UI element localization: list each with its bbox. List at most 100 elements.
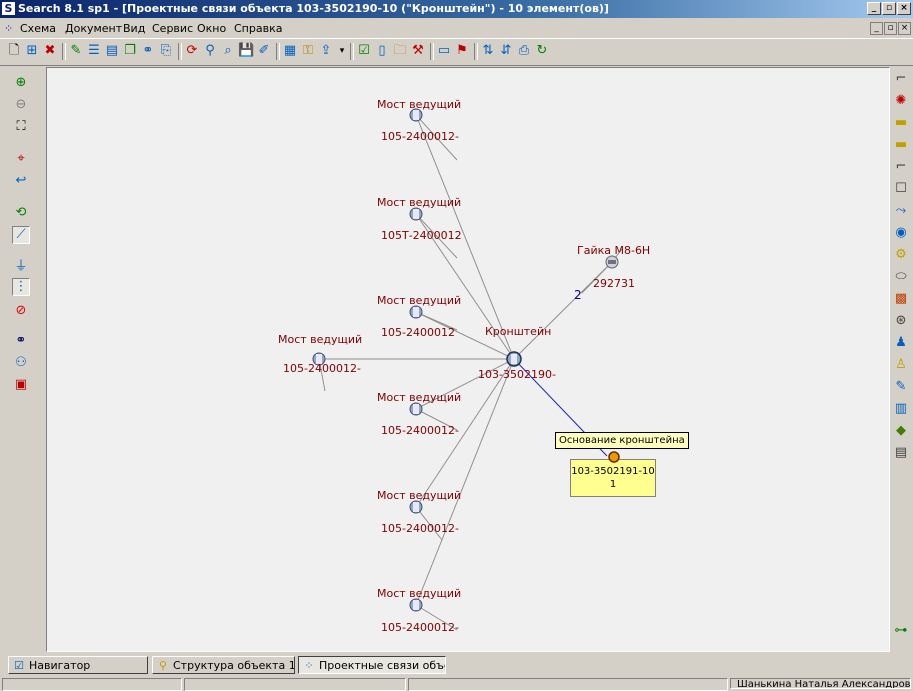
fit-icon[interactable]: ⛶ bbox=[12, 118, 30, 136]
status-pane-3 bbox=[408, 678, 728, 691]
refresh-icon[interactable]: ⟳ bbox=[184, 43, 200, 59]
tab-project-links[interactable]: ⁘ Проектные связи объек... bbox=[298, 656, 446, 674]
mdi-restore-button[interactable]: ▫ bbox=[884, 22, 897, 35]
back-icon[interactable]: ↩ bbox=[12, 172, 30, 190]
brush-icon[interactable]: ✎ bbox=[892, 378, 910, 396]
status-pane-1 bbox=[2, 678, 182, 691]
edit-icon[interactable]: ✎ bbox=[68, 43, 84, 59]
tab-navigator[interactable]: ☑ Навигатор bbox=[8, 656, 148, 674]
stop-icon[interactable]: ⊘ bbox=[12, 302, 30, 320]
selected-node-card[interactable]: 103-3502191-10 1 bbox=[570, 451, 656, 497]
copy-icon[interactable]: ❐ bbox=[122, 43, 138, 59]
new-icon[interactable]: 🗋 bbox=[6, 43, 22, 59]
check-icon[interactable]: ☑ bbox=[356, 43, 372, 59]
delete-icon[interactable]: ✖ bbox=[42, 43, 58, 59]
sort-desc-icon[interactable]: ⇵ bbox=[498, 43, 514, 59]
layout-icon[interactable]: ⋮ bbox=[12, 278, 30, 296]
binoculars-icon[interactable]: ⚭ bbox=[12, 332, 30, 350]
zoom-out-icon[interactable]: ⊖ bbox=[12, 96, 30, 114]
node-code: 292731 bbox=[593, 277, 635, 290]
tab-label: Навигатор bbox=[29, 659, 91, 672]
folder-closed-icon[interactable]: ▬ bbox=[892, 136, 910, 154]
tree-icon[interactable]: ⊞ bbox=[24, 43, 40, 59]
node-name: Мост ведущий bbox=[278, 333, 363, 346]
nut-icon[interactable]: ⬭ bbox=[892, 268, 910, 286]
note-icon[interactable]: ☐ bbox=[892, 180, 910, 198]
network-icon[interactable]: ✺ bbox=[892, 92, 910, 110]
gear-icon[interactable]: ⚙ bbox=[892, 246, 910, 264]
share-icon[interactable]: ⤳ bbox=[892, 202, 910, 220]
save-icon[interactable]: 💾 bbox=[238, 43, 254, 59]
connect-icon[interactable]: ⊶ bbox=[892, 622, 910, 640]
zoom-in-icon[interactable]: ⊕ bbox=[12, 74, 30, 92]
diagram-canvas[interactable]: Мост ведущий 105-2400012- Мост ведущий 1… bbox=[46, 67, 890, 652]
maximize-button[interactable]: ▫ bbox=[882, 2, 896, 15]
tab-label: Проектные связи объек... bbox=[319, 659, 445, 672]
diamond-icon[interactable]: ◆ bbox=[892, 422, 910, 440]
status-pane-2 bbox=[184, 678, 406, 691]
cycle-icon[interactable]: ⟲ bbox=[12, 204, 30, 222]
node-name: Мост ведущий bbox=[377, 196, 462, 209]
node-name: Гайка М8-6Н bbox=[577, 244, 651, 257]
bookmark-icon[interactable]: ⚑ bbox=[454, 43, 470, 59]
app-icon: S bbox=[2, 2, 15, 15]
pointer-icon[interactable]: ⌐ bbox=[892, 158, 910, 176]
mdi-close-button[interactable]: × bbox=[898, 22, 911, 35]
menu-schema[interactable]: Схема bbox=[20, 22, 56, 35]
tooltip: Основание кронштейна bbox=[555, 432, 689, 449]
list-icon[interactable]: ☰ bbox=[86, 43, 102, 59]
doc-icon[interactable]: ⁘ bbox=[4, 22, 13, 35]
monitor-icon[interactable]: ▭ bbox=[436, 43, 452, 59]
tab-structure[interactable]: ⚲ Структура объекта 105... bbox=[152, 656, 295, 674]
node-code: 105-2400012- bbox=[381, 424, 459, 437]
connector-icon[interactable]: ⟋ bbox=[12, 226, 30, 244]
paste-icon[interactable]: ⎘ bbox=[158, 43, 174, 59]
selected-node-qty: 1 bbox=[609, 479, 617, 490]
minimize-button[interactable]: _ bbox=[867, 2, 881, 15]
people-icon[interactable]: ♙ bbox=[892, 356, 910, 374]
users-icon[interactable]: ⚇ bbox=[12, 354, 30, 372]
book-icon[interactable]: ▥ bbox=[892, 400, 910, 418]
title-bar: S Search 8.1 sp1 - [Проектные связи объе… bbox=[0, 0, 913, 18]
structure-icon: ⚲ bbox=[158, 659, 168, 672]
bricks-icon[interactable]: ▩ bbox=[892, 290, 910, 308]
folder-open-icon[interactable]: ▬ bbox=[892, 114, 910, 132]
right-toolbar: ⌐ ✺ ▬ ▬ ⌐ ☐ ⤳ ◉ ⚙ ⬭ ▩ ⊛ ♟ ♙ ✎ ▥ ◆ ▤ ⊶ bbox=[889, 66, 913, 650]
chevron-down-icon[interactable]: ▾ bbox=[334, 43, 350, 59]
gear-node-icon bbox=[607, 450, 621, 464]
link-icon[interactable]: ⚭ bbox=[140, 43, 156, 59]
card-icon[interactable]: ▤ bbox=[104, 43, 120, 59]
node-code: 105-2400012- bbox=[381, 621, 459, 634]
menu-document[interactable]: Документ bbox=[65, 22, 122, 35]
pen-icon[interactable]: ✐ bbox=[256, 43, 272, 59]
find-icon[interactable]: ⌕ bbox=[220, 43, 236, 59]
close-button[interactable]: × bbox=[897, 2, 911, 15]
search-icon[interactable]: ⚲ bbox=[202, 43, 218, 59]
group-icon[interactable]: ♟ bbox=[892, 334, 910, 352]
mdi-minimize-button[interactable]: _ bbox=[870, 22, 883, 35]
menu-view[interactable]: Вид bbox=[123, 22, 145, 35]
report-icon[interactable]: ▣ bbox=[12, 376, 30, 394]
form-icon[interactable]: ▤ bbox=[892, 444, 910, 462]
sort-asc-icon[interactable]: ⇅ bbox=[480, 43, 496, 59]
center-node-icon[interactable] bbox=[506, 351, 522, 367]
part-icon[interactable]: ◉ bbox=[892, 224, 910, 242]
menu-service[interactable]: Сервис bbox=[152, 22, 193, 35]
print-icon[interactable]: ⎙ bbox=[516, 43, 532, 59]
component-icon[interactable]: ⊛ bbox=[892, 312, 910, 330]
graph-edges bbox=[318, 114, 623, 631]
export-icon[interactable]: ⇪ bbox=[318, 43, 334, 59]
folder-icon[interactable]: 🗀 bbox=[392, 43, 408, 59]
node-code: 105-2400012- bbox=[283, 362, 361, 375]
sync-icon[interactable]: ↻ bbox=[534, 43, 550, 59]
menu-window[interactable]: Окно bbox=[197, 22, 226, 35]
target-icon[interactable]: ⌖ bbox=[12, 150, 30, 168]
properties-icon[interactable]: ▦ bbox=[282, 43, 298, 59]
filter-icon[interactable]: ⏚ bbox=[12, 258, 30, 276]
doc-view-icon[interactable]: ▯ bbox=[374, 43, 390, 59]
cursor-icon[interactable]: ⌐ bbox=[892, 70, 910, 88]
navigator-icon: ☑ bbox=[14, 659, 24, 672]
menu-help[interactable]: Справка bbox=[234, 22, 282, 35]
key-icon[interactable]: ⚿ bbox=[300, 43, 316, 59]
tools-icon[interactable]: ⚒ bbox=[410, 43, 426, 59]
